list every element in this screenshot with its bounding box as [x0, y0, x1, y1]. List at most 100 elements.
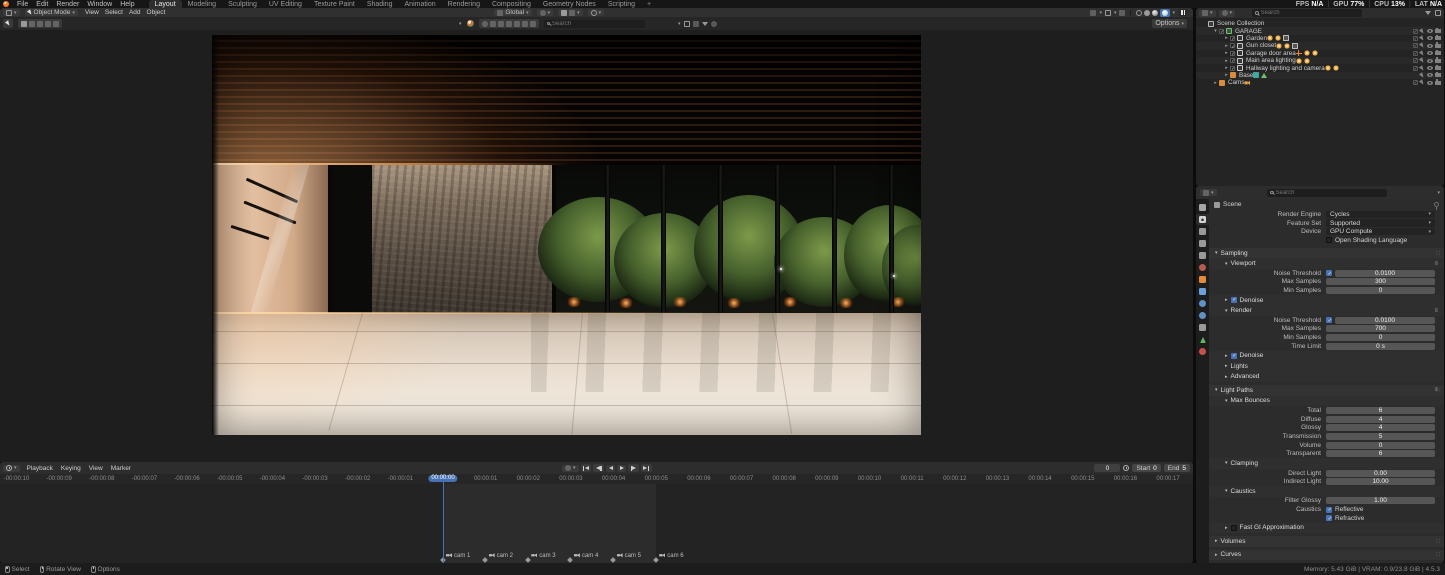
- section-lights[interactable]: ▸Lights: [1209, 361, 1444, 372]
- section-light-paths[interactable]: ▾Light Paths≡∷: [1209, 385, 1444, 396]
- pin-icon[interactable]: [1434, 202, 1439, 207]
- collection-checkbox[interactable]: [1230, 66, 1235, 71]
- value-field[interactable]: 0 s: [1326, 343, 1435, 350]
- expand-toggle[interactable]: ▸: [1223, 65, 1230, 71]
- snap-controls[interactable]: ▾: [558, 9, 583, 16]
- exclude-checkbox[interactable]: [1413, 29, 1418, 34]
- workspace-tab-scripting[interactable]: Scripting: [602, 0, 641, 8]
- disable-render-toggle[interactable]: [1435, 73, 1441, 77]
- section-volumes[interactable]: ▸Volumes∷: [1209, 536, 1444, 547]
- timeline-menu-keying[interactable]: Keying: [58, 465, 84, 472]
- exclude-checkbox[interactable]: [1413, 43, 1418, 48]
- properties-search-box[interactable]: [1267, 189, 1387, 197]
- section-sampling[interactable]: ▾Sampling∷: [1209, 248, 1444, 259]
- value-field[interactable]: 0: [1326, 287, 1435, 294]
- prev-keyframe-button[interactable]: [593, 464, 604, 472]
- section-checkbox[interactable]: [1231, 525, 1237, 531]
- outliner-row-garage[interactable]: ▾GARAGE: [1196, 27, 1444, 34]
- current-frame-badge[interactable]: 00:00:00: [428, 475, 457, 482]
- section-clamping[interactable]: ▾Clamping: [1209, 458, 1444, 469]
- options-dropdown[interactable]: Options▾: [1152, 19, 1187, 28]
- hide-viewport-toggle[interactable]: [1427, 59, 1433, 63]
- disable-render-toggle[interactable]: [1435, 81, 1441, 85]
- outliner-row-cams[interactable]: ▸Cams: [1196, 79, 1444, 86]
- toolbar-icon[interactable]: [530, 21, 536, 27]
- value-field[interactable]: 4: [1326, 416, 1435, 423]
- viewport-canvas[interactable]: [0, 30, 1193, 462]
- hide-viewport-toggle[interactable]: [1427, 81, 1433, 85]
- menu-file[interactable]: File: [13, 1, 32, 8]
- timeline-ruler[interactable]: -00:00:10-00:00:09-00:00:08-00:00:07-00:…: [0, 474, 1193, 484]
- tool-option-icon[interactable]: [53, 21, 59, 27]
- editor-type-button[interactable]: ▾: [3, 9, 20, 16]
- properties-tab-data[interactable]: [1196, 334, 1209, 345]
- outliner-settings-icon[interactable]: [1435, 10, 1441, 16]
- section-render[interactable]: ▾Render≡: [1209, 305, 1444, 316]
- tool-option-icon[interactable]: [45, 21, 51, 27]
- properties-tab-world[interactable]: [1196, 262, 1209, 273]
- collection-checkbox[interactable]: [1230, 58, 1235, 63]
- properties-search-input[interactable]: [1276, 190, 1366, 196]
- pause-render-button[interactable]: [1178, 9, 1188, 16]
- collection-checkbox[interactable]: [1230, 51, 1235, 56]
- disable-render-toggle[interactable]: [1435, 59, 1441, 63]
- toolbar-icon[interactable]: [514, 21, 520, 27]
- hide-viewport-toggle[interactable]: [1427, 36, 1433, 40]
- proportional-edit-dropdown[interactable]: ▾: [588, 9, 605, 16]
- current-frame-field[interactable]: 0: [1094, 464, 1120, 472]
- timeline-menu-view[interactable]: View: [86, 465, 106, 472]
- workspace-tab-geometry-nodes[interactable]: Geometry Nodes: [537, 0, 602, 8]
- selectable-toggle[interactable]: [1419, 35, 1425, 41]
- jump-start-button[interactable]: [581, 464, 592, 472]
- workspace-tab-rendering[interactable]: Rendering: [442, 0, 486, 8]
- hide-viewport-toggle[interactable]: [1427, 66, 1433, 70]
- section-checkbox[interactable]: [1231, 297, 1237, 303]
- properties-tab-material[interactable]: [1196, 346, 1209, 357]
- outliner-row-garage-door-area[interactable]: ▸Garage door area: [1196, 50, 1444, 57]
- tool-option-icon[interactable]: [21, 21, 27, 27]
- dropdown-feature-set[interactable]: Supported▾: [1326, 219, 1435, 227]
- selectable-toggle[interactable]: [1419, 65, 1425, 71]
- wireframe-shading-icon[interactable]: [1136, 10, 1142, 16]
- exclude-checkbox[interactable]: [1413, 66, 1418, 71]
- play-button[interactable]: [617, 465, 626, 472]
- expand-toggle[interactable]: ▸: [1223, 72, 1230, 78]
- value-field[interactable]: 10.00: [1326, 478, 1435, 485]
- properties-tab-render[interactable]: [1196, 214, 1209, 225]
- workspace-tab-compositing[interactable]: Compositing: [486, 0, 537, 8]
- outliner-filter-dropdown[interactable]: ▾: [1219, 10, 1236, 17]
- disable-render-toggle[interactable]: [1435, 29, 1441, 33]
- workspace-tab-texture-paint[interactable]: Texture Paint: [308, 0, 361, 8]
- disable-render-toggle[interactable]: [1435, 36, 1441, 40]
- viewport-menu-object[interactable]: Object: [145, 9, 168, 16]
- field-checkbox[interactable]: [1326, 317, 1332, 323]
- viewport-menu-add[interactable]: Add: [127, 9, 143, 16]
- visibility-icon[interactable]: [711, 21, 717, 27]
- expand-toggle[interactable]: ▸: [1212, 80, 1219, 86]
- outliner-search-input[interactable]: [1261, 10, 1331, 16]
- value-field[interactable]: 0.0100: [1335, 270, 1435, 277]
- workspace-tab-shading[interactable]: Shading: [361, 0, 399, 8]
- value-field[interactable]: 300: [1326, 278, 1435, 285]
- hide-viewport-toggle[interactable]: [1427, 29, 1433, 33]
- menu-render[interactable]: Render: [52, 1, 83, 8]
- toolbar-icon[interactable]: [490, 21, 496, 27]
- material-ball-icon[interactable]: [467, 20, 474, 27]
- section-fast-gi-approximation[interactable]: ▸Fast GI Approximation: [1209, 523, 1444, 534]
- properties-editor-type-button[interactable]: ▾: [1200, 189, 1217, 196]
- overlays-toggle-icon[interactable]: [1105, 10, 1111, 16]
- play-reverse-button[interactable]: [606, 465, 615, 472]
- selectable-toggle[interactable]: [1419, 28, 1425, 34]
- hide-viewport-toggle[interactable]: [1427, 73, 1433, 77]
- disable-render-toggle[interactable]: [1435, 44, 1441, 48]
- properties-options-chevron[interactable]: ▾: [1437, 190, 1440, 196]
- selectable-toggle[interactable]: [1419, 80, 1425, 86]
- section-advanced[interactable]: ▸Advanced: [1209, 372, 1444, 383]
- section-curves[interactable]: ▸Curves∷: [1209, 550, 1444, 561]
- value-field[interactable]: 0.0100: [1335, 317, 1435, 324]
- tool-option-icon[interactable]: [29, 21, 35, 27]
- workspace-tab-layout[interactable]: Layout: [149, 0, 182, 8]
- section-max-bounces[interactable]: ▾Max Bounces: [1209, 396, 1444, 407]
- monitor-icon[interactable]: [684, 21, 690, 27]
- value-field[interactable]: 1.00: [1326, 497, 1435, 504]
